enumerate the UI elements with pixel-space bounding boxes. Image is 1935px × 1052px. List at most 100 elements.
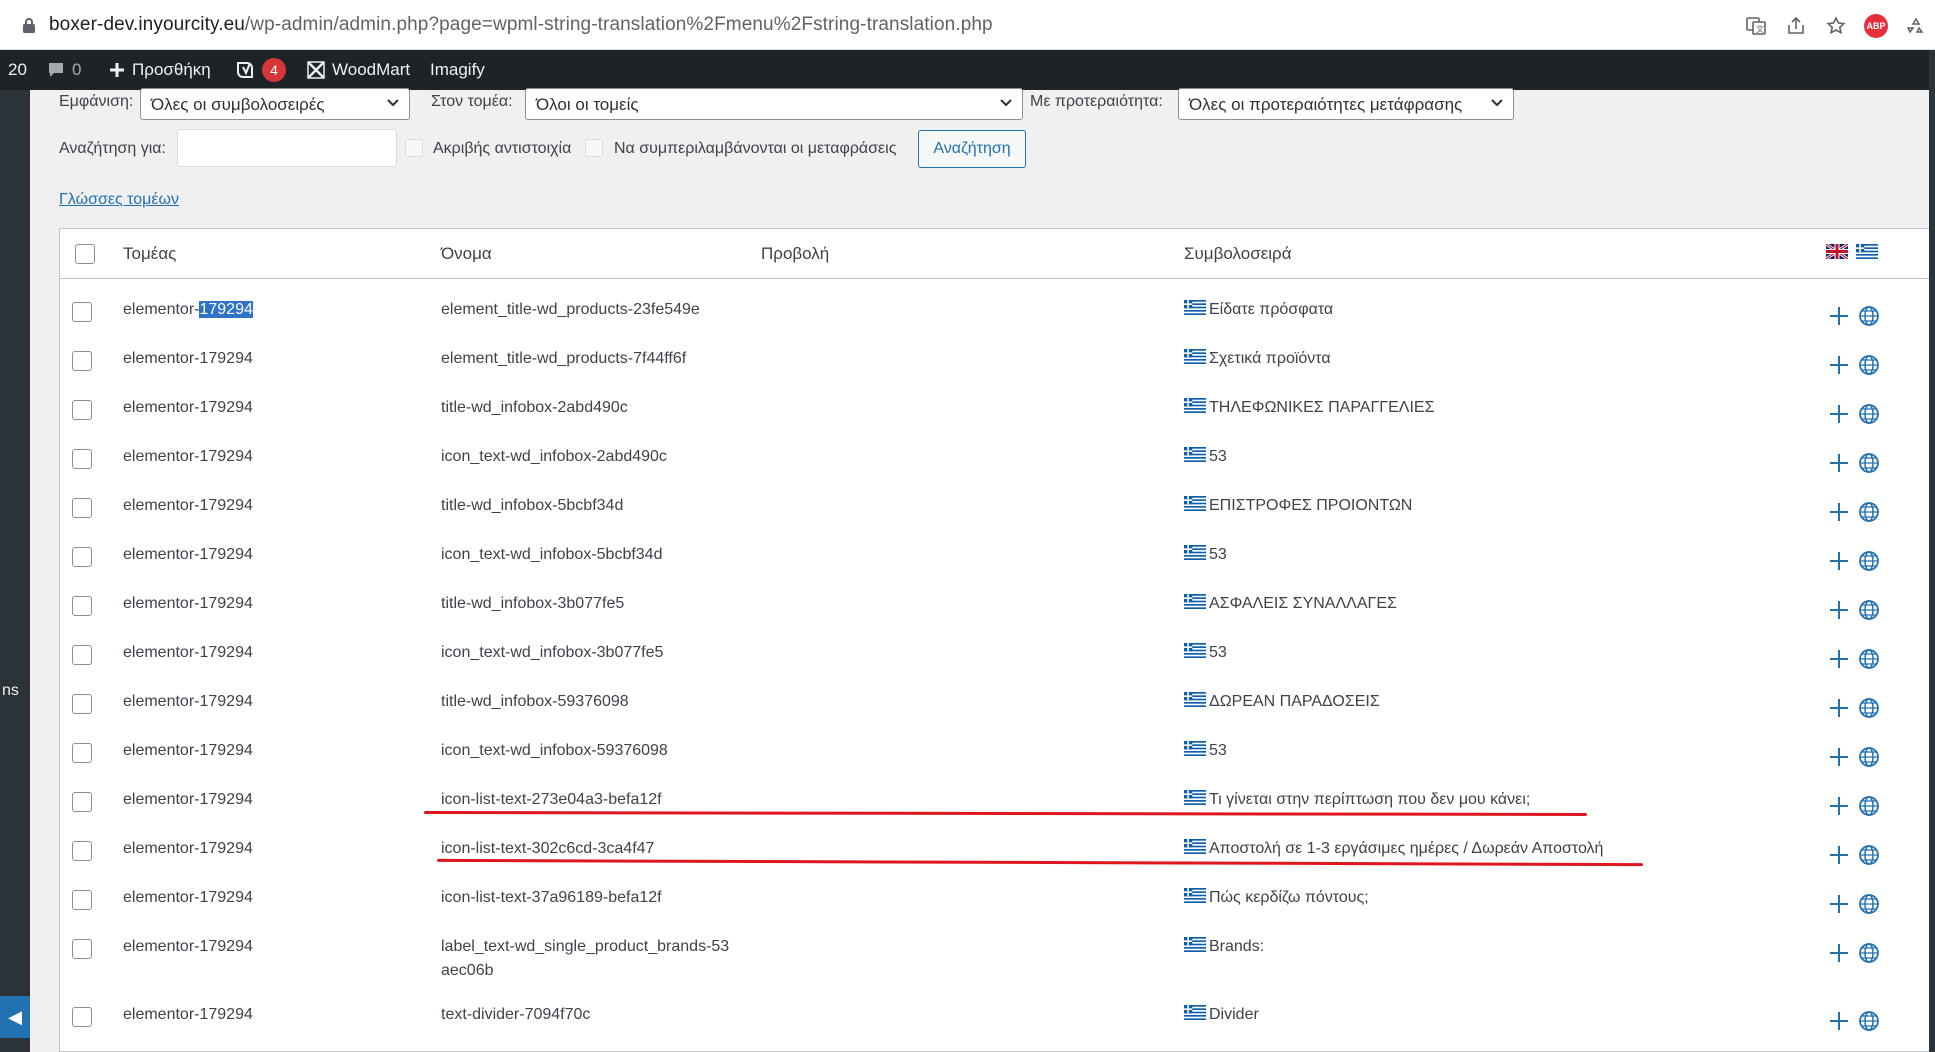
row-name: icon_text-wd_infobox-2abd490c (441, 445, 667, 469)
row-checkbox[interactable] (72, 547, 92, 567)
add-translation-plus-icon[interactable] (1828, 697, 1850, 719)
add-translation-plus-icon[interactable] (1828, 305, 1850, 327)
row-checkbox[interactable] (72, 596, 92, 616)
row-string[interactable]: Είδατε πρόσφατα (1184, 298, 1333, 322)
row-checkbox[interactable] (72, 792, 92, 812)
globe-translate-icon[interactable] (1858, 844, 1880, 866)
globe-translate-icon[interactable] (1858, 1010, 1880, 1032)
row-string[interactable]: 53 (1184, 543, 1227, 567)
row-checkbox[interactable] (72, 1007, 92, 1027)
row-string[interactable]: ΑΣΦΑΛΕΙΣ ΣΥΝΑΛΛΑΓΕΣ (1184, 592, 1397, 616)
include-translations-checkbox[interactable] (585, 139, 603, 157)
row-string[interactable]: Αποστολή σε 1-3 εργάσιμες ημέρες / Δωρεά… (1184, 837, 1603, 861)
globe-translate-icon[interactable] (1858, 746, 1880, 768)
row-checkbox[interactable] (72, 302, 92, 322)
row-checkbox[interactable] (72, 890, 92, 910)
adminbar-yoast[interactable]: 4 (234, 50, 286, 90)
column-string[interactable]: Συμβολοσειρά (1184, 244, 1292, 264)
search-button[interactable]: Αναζήτηση (918, 130, 1026, 168)
row-checkbox[interactable] (72, 351, 92, 371)
adminbar-updates[interactable]: 20 (8, 50, 27, 90)
row-checkbox[interactable] (72, 449, 92, 469)
add-translation-plus-icon[interactable] (1828, 648, 1850, 670)
adblock-plus-icon[interactable]: ABP (1863, 13, 1889, 39)
add-translation-plus-icon[interactable] (1828, 795, 1850, 817)
adminbar-imagify[interactable]: Imagify (430, 50, 485, 90)
column-domain[interactable]: Τομέας (123, 244, 176, 264)
display-filter-select[interactable]: Όλες οι συμβολοσειρές (140, 88, 410, 120)
adminbar-woodmart[interactable]: WoodMart (306, 50, 410, 90)
add-translation-plus-icon[interactable] (1828, 893, 1850, 915)
greek-flag-icon (1184, 594, 1206, 609)
bookmark-star-icon[interactable] (1823, 13, 1849, 39)
domain-filter-select[interactable]: Όλοι οι τομείς (525, 88, 1023, 120)
browser-address-bar[interactable]: boxer-dev.inyourcity.eu/wp-admin/admin.p… (0, 0, 1935, 50)
translate-icon[interactable]: 文 (1743, 13, 1769, 39)
row-string[interactable]: Τι γίνεται στην περίπτωση που δεν μου κά… (1184, 788, 1530, 812)
exact-match-checkbox[interactable] (405, 139, 423, 157)
row-string[interactable]: ΕΠΙΣΤΡΟΦΕΣ ΠΡΟΙΟΝΤΩΝ (1184, 494, 1412, 518)
globe-translate-icon[interactable] (1858, 942, 1880, 964)
greek-flag-icon (1184, 447, 1206, 462)
add-translation-plus-icon[interactable] (1828, 452, 1850, 474)
add-translation-plus-icon[interactable] (1828, 403, 1850, 425)
extension-recycle-icon[interactable] (1903, 13, 1929, 39)
collapse-menu-arrow-icon[interactable]: ◀ (0, 996, 30, 1038)
add-translation-plus-icon[interactable] (1828, 1010, 1850, 1032)
row-checkbox[interactable] (72, 743, 92, 763)
row-name: title-wd_infobox-3b077fe5 (441, 592, 624, 616)
add-translation-plus-icon[interactable] (1828, 354, 1850, 376)
globe-translate-icon[interactable] (1858, 501, 1880, 523)
globe-translate-icon[interactable] (1858, 305, 1880, 327)
add-new-label: Προσθήκη (132, 60, 211, 79)
sidebar-menu-label[interactable]: ns (2, 682, 19, 700)
row-string[interactable]: 53 (1184, 445, 1227, 469)
row-name: icon-list-text-302c6cd-3ca4f47 (441, 837, 654, 861)
adminbar-comments[interactable]: 0 (46, 50, 81, 90)
select-all-checkbox[interactable] (75, 244, 95, 264)
woodmart-icon (307, 61, 325, 79)
row-checkbox[interactable] (72, 400, 92, 420)
globe-translate-icon[interactable] (1858, 403, 1880, 425)
url-text[interactable]: boxer-dev.inyourcity.eu/wp-admin/admin.p… (49, 14, 993, 36)
row-name-line1: title-wd_infobox-2abd490c (441, 399, 628, 416)
adminbar-add-new[interactable]: Προσθήκη (108, 50, 211, 90)
domain-languages-link[interactable]: Γλώσσες τομέων (59, 191, 179, 209)
row-string[interactable]: 53 (1184, 739, 1227, 763)
globe-translate-icon[interactable] (1858, 697, 1880, 719)
updates-count: 20 (8, 60, 27, 79)
greek-flag-icon (1184, 839, 1206, 854)
globe-translate-icon[interactable] (1858, 599, 1880, 621)
row-string[interactable]: 53 (1184, 641, 1227, 665)
row-checkbox[interactable] (72, 841, 92, 861)
row-name: icon_text-wd_infobox-3b077fe5 (441, 641, 663, 665)
add-translation-plus-icon[interactable] (1828, 942, 1850, 964)
add-translation-plus-icon[interactable] (1828, 746, 1850, 768)
column-name[interactable]: Όνομα (441, 244, 492, 264)
row-string[interactable]: Σχετικά προϊόντα (1184, 347, 1331, 371)
row-checkbox[interactable] (72, 939, 92, 959)
add-translation-plus-icon[interactable] (1828, 844, 1850, 866)
row-string[interactable]: Divider (1184, 1003, 1259, 1027)
globe-translate-icon[interactable] (1858, 648, 1880, 670)
row-string[interactable]: Brands: (1184, 935, 1264, 959)
search-input[interactable] (177, 129, 397, 167)
globe-translate-icon[interactable] (1858, 354, 1880, 376)
add-translation-plus-icon[interactable] (1828, 599, 1850, 621)
globe-translate-icon[interactable] (1858, 550, 1880, 572)
row-domain: elementor-179294 (123, 791, 253, 808)
row-string[interactable]: Πώς κερδίζω πόντους; (1184, 886, 1369, 910)
add-translation-plus-icon[interactable] (1828, 550, 1850, 572)
row-string[interactable]: ΤΗΛΕΦΩΝΙΚΕΣ ΠΑΡΑΓΓΕΛΙΕΣ (1184, 396, 1434, 420)
globe-translate-icon[interactable] (1858, 893, 1880, 915)
globe-translate-icon[interactable] (1858, 795, 1880, 817)
row-checkbox[interactable] (72, 694, 92, 714)
globe-translate-icon[interactable] (1858, 452, 1880, 474)
row-checkbox[interactable] (72, 645, 92, 665)
share-icon[interactable] (1783, 13, 1809, 39)
row-domain: elementor-179294 (123, 298, 253, 322)
add-translation-plus-icon[interactable] (1828, 501, 1850, 523)
row-checkbox[interactable] (72, 498, 92, 518)
priority-filter-select[interactable]: Όλες οι προτεραιότητες μετάφρασης (1178, 88, 1514, 120)
row-string[interactable]: ΔΩΡΕΑΝ ΠΑΡΑΔΟΣΕΙΣ (1184, 690, 1380, 714)
